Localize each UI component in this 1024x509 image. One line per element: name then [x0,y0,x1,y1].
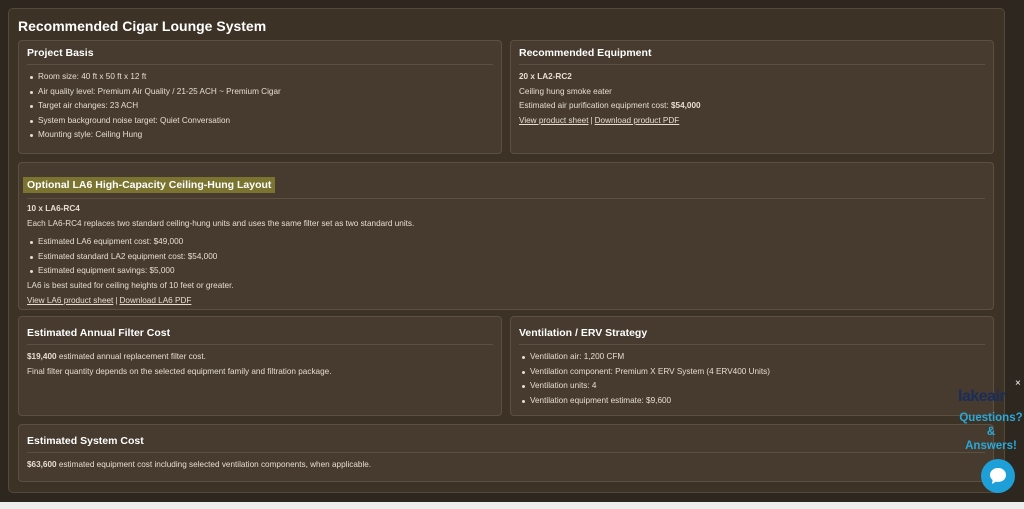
view-product-sheet-link[interactable]: View product sheet [519,116,589,125]
system-cost-value: $63,600 [27,460,57,469]
chat-prompt[interactable]: Questions? & Answers! [958,411,1024,453]
chat-button[interactable] [981,459,1015,493]
download-product-pdf-link[interactable]: Download product PDF [595,116,680,125]
chat-prompt-line1: Questions? [959,412,1023,424]
ventilation-list: Ventilation air: 1,200 CFM Ventilation c… [519,350,985,408]
project-basis-list: Room size: 40 ft x 50 ft x 12 ft Air qua… [27,70,493,143]
view-la6-product-sheet-link[interactable]: View LA6 product sheet [27,296,113,305]
close-icon[interactable]: × [1015,378,1021,389]
list-item: Estimated equipment savings: $5,000 [27,264,985,279]
recommended-equipment-title: Recommended Equipment [519,41,985,65]
list-item: Target air changes: 23 ACH [27,99,493,114]
la6-description: Each LA6-RC4 replaces two standard ceili… [27,218,415,228]
equipment-cost: Estimated air purification equipment cos… [519,99,985,114]
chat-prompt-line3: Answers! [965,440,1017,452]
la6-note: LA6 is best suited for ceiling heights o… [27,280,234,290]
equipment-description: Ceiling hung smoke eater [519,86,612,96]
project-basis-card: Project Basis Room size: 40 ft x 50 ft x… [18,40,502,154]
system-cost-line: $63,600 estimated equipment cost includi… [27,458,985,473]
la6-cost-list: Estimated LA6 equipment cost: $49,000 Es… [27,235,985,279]
la6-layout-card: Optional LA6 High-Capacity Ceiling-Hung … [18,162,994,310]
ventilation-card: Ventilation / ERV Strategy Ventilation a… [510,316,994,416]
list-item: Air quality level: Premium Air Quality /… [27,85,493,100]
equipment-model: 20 x LA2-RC2 [519,72,572,81]
download-la6-pdf-link[interactable]: Download LA6 PDF [119,296,191,305]
system-cost-suffix: estimated equipment cost including selec… [56,460,372,469]
list-item: Ventilation component: Premium X ERV Sys… [519,365,985,380]
system-cost-card: Estimated System Cost $63,600 estimated … [18,424,994,482]
la6-links: View LA6 product sheet | Download LA6 PDF [27,294,985,309]
equipment-cost-value: $54,000 [671,101,701,111]
list-item: Ventilation equipment estimate: $9,600 [519,394,985,409]
ventilation-title: Ventilation / ERV Strategy [519,317,985,345]
filter-cost-suffix: estimated annual replacement filter cost… [56,352,206,361]
project-basis-title: Project Basis [27,41,493,65]
list-item: Estimated LA6 equipment cost: $49,000 [27,235,985,250]
list-item: Estimated standard LA2 equipment cost: $… [27,250,985,265]
chat-bubble-icon [990,468,1006,484]
list-item: Ventilation air: 1,200 CFM [519,350,985,365]
bottom-scroll-edge [0,502,1024,509]
list-item: System background noise target: Quiet Co… [27,114,493,129]
list-item: Mounting style: Ceiling Hung [27,128,493,143]
page-title: Recommended Cigar Lounge System [18,18,267,34]
filter-cost-note: Final filter quantity depends on the sel… [27,366,332,376]
filter-cost-title: Estimated Annual Filter Cost [27,317,493,345]
filter-cost-value: $19,400 [27,352,57,361]
recommended-equipment-card: Recommended Equipment 20 x LA2-RC2 Ceili… [510,40,994,154]
lakeair-logo: lakeair [958,388,1006,405]
la6-model: 10 x LA6-RC4 [27,204,80,213]
list-item: Room size: 40 ft x 50 ft x 12 ft [27,70,493,85]
filter-cost-card: Estimated Annual Filter Cost $19,400 est… [18,316,502,416]
equipment-cost-label: Estimated air purification equipment cos… [519,101,671,111]
list-item: Ventilation units: 4 [519,379,985,394]
la6-layout-title: Optional LA6 High-Capacity Ceiling-Hung … [23,177,276,193]
equipment-links: View product sheet | Download product PDF [519,114,985,129]
chat-prompt-line2: & [986,426,996,438]
filter-cost-line: $19,400 estimated annual replacement fil… [27,350,493,365]
la6-layout-title-wrap: Optional LA6 High-Capacity Ceiling-Hung … [23,163,985,199]
system-cost-title: Estimated System Cost [27,425,985,453]
